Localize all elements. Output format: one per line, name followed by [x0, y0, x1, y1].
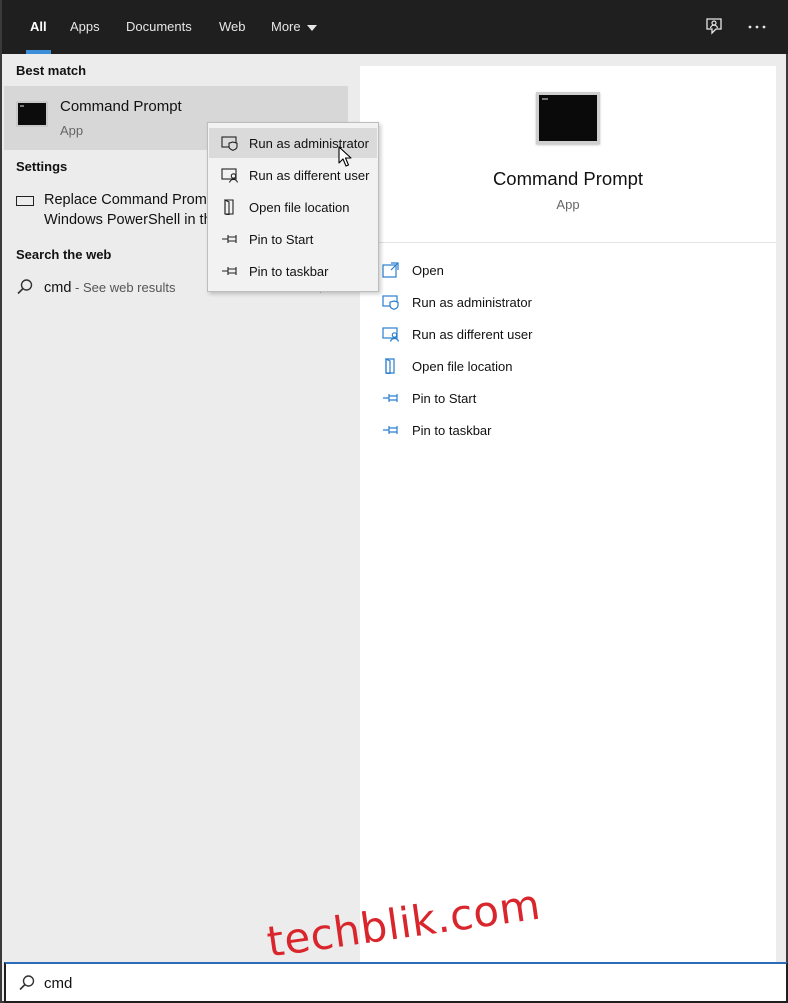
search-bar — [4, 962, 788, 1003]
action-pin-to-start[interactable]: Pin to Start — [382, 388, 762, 410]
command-prompt-icon — [16, 101, 48, 127]
action-label: Pin to taskbar — [412, 423, 492, 438]
mouse-cursor-icon — [338, 146, 352, 171]
web-results-suffix: - See web results — [71, 280, 176, 295]
action-label: Run as different user — [412, 327, 533, 342]
file-location-icon — [382, 358, 400, 375]
context-item-label: Pin to taskbar — [249, 264, 329, 279]
action-pin-to-taskbar[interactable]: Pin to taskbar — [382, 420, 762, 442]
best-match-header: Best match — [16, 63, 87, 78]
preview-title: Command Prompt — [492, 168, 644, 189]
more-options-icon[interactable] — [746, 16, 768, 38]
action-label: Open file location — [412, 359, 513, 374]
user-icon — [221, 167, 239, 183]
action-run-as-different-user[interactable]: Run as different user — [382, 324, 762, 346]
chevron-down-icon — [306, 24, 317, 31]
context-menu: Run as administrator Run as different us… — [207, 122, 379, 292]
tab-more[interactable]: More — [269, 0, 319, 54]
user-icon — [382, 326, 400, 342]
context-pin-to-start[interactable]: Pin to Start — [209, 224, 377, 254]
shield-icon — [382, 294, 400, 310]
web-search-item[interactable]: cmd - See web results — [44, 280, 175, 296]
action-open[interactable]: Open — [382, 260, 762, 282]
command-prompt-icon — [536, 92, 600, 144]
tab-web[interactable]: Web — [217, 0, 248, 54]
open-icon — [382, 262, 400, 278]
action-run-as-administrator[interactable]: Run as administrator — [382, 292, 762, 314]
web-query: cmd — [44, 280, 72, 296]
pin-icon — [382, 390, 400, 406]
action-label: Run as administrator — [412, 295, 532, 310]
monitor-icon — [16, 196, 34, 206]
search-web-header: Search the web — [16, 247, 112, 262]
feedback-icon[interactable] — [703, 16, 725, 38]
best-match-subtitle: App — [60, 123, 84, 138]
file-location-icon — [221, 199, 239, 216]
tab-apps[interactable]: Apps — [68, 0, 102, 54]
context-item-label: Open file location — [249, 200, 350, 215]
search-tab-bar: All Apps Documents Web More — [2, 0, 788, 54]
pin-icon — [382, 422, 400, 438]
search-icon — [16, 278, 34, 299]
action-label: Pin to Start — [412, 391, 477, 406]
app-preview-pane: Command Prompt App Open Run as administr… — [360, 66, 776, 962]
tab-documents[interactable]: Documents — [124, 0, 194, 54]
pin-icon — [221, 263, 239, 279]
action-label: Open — [412, 263, 444, 278]
search-icon — [18, 974, 36, 995]
context-pin-to-taskbar[interactable]: Pin to taskbar — [209, 256, 377, 286]
context-open-file-location[interactable]: Open file location — [209, 192, 377, 222]
settings-header: Settings — [16, 159, 68, 174]
preview-subtitle: App — [556, 197, 580, 212]
context-item-label: Pin to Start — [249, 232, 314, 247]
pin-icon — [221, 231, 239, 247]
tab-all[interactable]: All — [26, 0, 51, 54]
divider — [360, 242, 776, 243]
shield-icon — [221, 135, 239, 151]
action-open-file-location[interactable]: Open file location — [382, 356, 762, 378]
search-input[interactable] — [44, 972, 744, 994]
best-match-title: Command Prompt — [60, 98, 182, 115]
tab-more-label: More — [271, 19, 301, 34]
start-search-window: All Apps Documents Web More Best match C… — [0, 0, 788, 1003]
